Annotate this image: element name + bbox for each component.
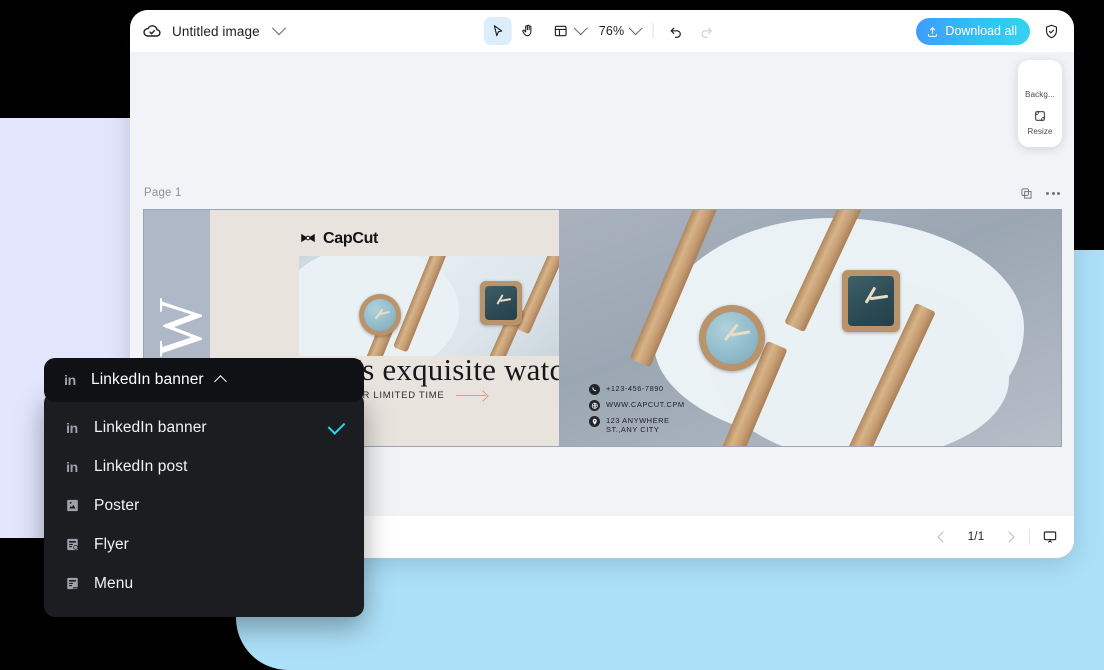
- resize-tool-button[interactable]: Resize: [1018, 104, 1062, 141]
- undo-arrow-icon[interactable]: [662, 17, 690, 45]
- background-tool-button[interactable]: Backg...: [1018, 67, 1062, 104]
- cloud-saved-icon: [142, 21, 162, 41]
- long-arrow-right-icon: [456, 392, 492, 400]
- linkedin-icon: in: [66, 419, 78, 436]
- zoom-control[interactable]: 76%: [591, 21, 644, 40]
- top-toolbar: Untitled image 76% Download all: [130, 10, 1074, 52]
- upload-arrow-icon: [926, 25, 939, 38]
- shield-check-icon[interactable]: [1040, 20, 1062, 42]
- format-dropdown-selected-label: LinkedIn banner: [91, 371, 204, 388]
- zoom-level: 76%: [598, 24, 625, 38]
- linkedin-icon: in: [66, 458, 78, 475]
- design-brand-name: CapCut: [323, 230, 379, 247]
- resize-tool-label: Resize: [1027, 127, 1053, 136]
- page-indicator: 1/1: [967, 531, 985, 543]
- page-label: Page 1: [144, 187, 182, 199]
- canvas-tools: 76%: [483, 10, 721, 52]
- dropdown-item-label: Menu: [94, 574, 134, 592]
- document-title: Untitled image: [172, 23, 260, 39]
- design-right-photo: +123-456-7890 WWW.CAPCUT.CPM 123 ANYWHER…: [559, 210, 1061, 446]
- poster-image-icon: [62, 496, 82, 516]
- contact-phone: +123-456-7890: [606, 384, 664, 393]
- download-all-button[interactable]: Download all: [916, 17, 1030, 45]
- bottombar-divider: [1029, 529, 1030, 545]
- design-inset-photo: [299, 256, 587, 356]
- hand-icon[interactable]: [514, 17, 542, 45]
- phone-icon: [589, 384, 600, 395]
- page-header-row: Page 1: [144, 184, 1060, 202]
- format-dropdown-trigger[interactable]: in LinkedIn banner: [44, 358, 364, 402]
- dropdown-item-menu[interactable]: Menu: [44, 564, 364, 603]
- background-image-icon: [1032, 71, 1048, 87]
- next-page-button[interactable]: [999, 527, 1019, 547]
- canvas-side-panel: Backg... Resize: [1018, 60, 1062, 147]
- dropdown-item-linkedin-post[interactable]: in LinkedIn post: [44, 447, 364, 486]
- dropdown-item-label: LinkedIn banner: [94, 418, 207, 436]
- capcut-logo-icon: [299, 232, 317, 247]
- flyer-document-icon: [62, 535, 82, 555]
- chevron-down-icon[interactable]: [270, 21, 288, 40]
- cursor-arrow-icon[interactable]: [483, 17, 512, 45]
- prev-page-button[interactable]: [933, 527, 953, 547]
- topbar-right-actions: Download all: [916, 10, 1062, 52]
- menu-document-icon: [62, 574, 82, 594]
- contact-website: WWW.CAPCUT.CPM: [606, 400, 685, 409]
- contact-row: +123-456-7890: [589, 384, 701, 395]
- dropdown-item-label: LinkedIn post: [94, 457, 188, 475]
- dropdown-item-label: Poster: [94, 496, 140, 514]
- layout-grid-icon[interactable]: [547, 17, 575, 45]
- present-monitor-icon[interactable]: [1040, 527, 1060, 547]
- linkedin-icon: in: [64, 372, 76, 388]
- resize-frame-icon: [1032, 108, 1048, 124]
- contact-address: 123 ANYWHERE ST.,ANY CITY: [606, 416, 670, 435]
- page-actions: [1020, 187, 1060, 200]
- document-title-group: Untitled image: [142, 21, 288, 41]
- layout-tool[interactable]: [544, 15, 589, 47]
- dropdown-item-flyer[interactable]: Flyer: [44, 525, 364, 564]
- dropdown-item-label: Flyer: [94, 535, 129, 553]
- background-tool-label: Backg...: [1025, 90, 1055, 99]
- redo-arrow-icon[interactable]: [692, 17, 720, 45]
- globe-icon: [589, 400, 600, 411]
- design-brand-logo: CapCut: [299, 230, 378, 248]
- contact-row: 123 ANYWHERE ST.,ANY CITY: [589, 416, 701, 435]
- design-contact-block: +123-456-7890 WWW.CAPCUT.CPM 123 ANYWHER…: [589, 384, 701, 435]
- check-icon: [327, 417, 346, 435]
- chevron-down-icon: [573, 21, 588, 36]
- download-all-label: Download all: [945, 24, 1017, 38]
- chevron-down-icon: [628, 21, 643, 36]
- location-pin-icon: [589, 416, 600, 427]
- more-options-icon[interactable]: [1046, 191, 1060, 195]
- duplicate-page-icon[interactable]: [1020, 187, 1033, 200]
- toolbar-divider: [652, 23, 654, 39]
- dropdown-item-linkedin-banner[interactable]: in LinkedIn banner: [44, 408, 364, 447]
- format-dropdown: in LinkedIn banner in LinkedIn banner in…: [44, 358, 364, 617]
- contact-row: WWW.CAPCUT.CPM: [589, 400, 701, 411]
- dropdown-item-poster[interactable]: Poster: [44, 486, 364, 525]
- chevron-up-icon: [213, 375, 227, 388]
- format-dropdown-list: in LinkedIn banner in LinkedIn post Post…: [44, 392, 364, 617]
